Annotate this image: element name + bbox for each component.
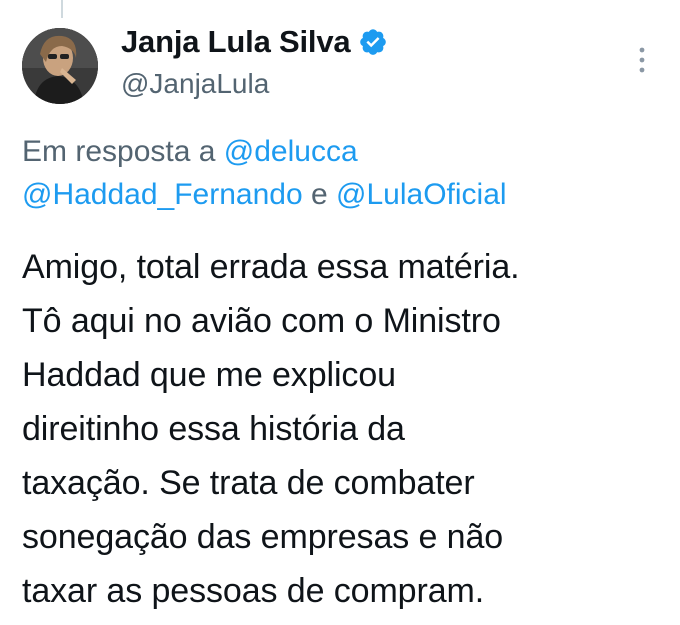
- more-options-icon[interactable]: [632, 44, 652, 76]
- mention-link[interactable]: @delucca: [224, 135, 358, 168]
- mention-link[interactable]: @Haddad_Fernando: [22, 178, 303, 211]
- verified-badge-icon[interactable]: [358, 27, 388, 57]
- mention-link[interactable]: @LulaOficial: [336, 178, 507, 211]
- author-name-row: Janja Lula Silva: [121, 24, 388, 60]
- avatar[interactable]: [22, 28, 98, 104]
- avatar-photo-icon: [22, 28, 98, 104]
- reply-conjunction: e: [311, 178, 328, 211]
- author-handle[interactable]: @JanjaLula: [121, 68, 269, 100]
- reply-prefix: Em resposta a: [22, 135, 216, 168]
- reply-context: Em resposta a @delucca @Haddad_Fernando e…: [22, 130, 662, 216]
- tweet-text: Amigo, total errada essa matéria. Tô aqu…: [22, 248, 520, 610]
- thread-connector-line: [61, 0, 63, 18]
- author-display-name[interactable]: Janja Lula Silva: [121, 24, 351, 60]
